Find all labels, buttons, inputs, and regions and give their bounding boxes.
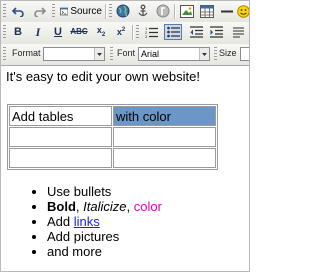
editor-content[interactable]: It's easy to edit your own website! Add …	[1, 66, 249, 271]
toolbar-grip	[3, 25, 6, 40]
flash-button[interactable]	[154, 3, 172, 19]
spellcheck-globe-button[interactable]	[114, 3, 132, 19]
underline-button[interactable]: U	[49, 24, 67, 40]
format-label: Format	[12, 48, 41, 58]
source-icon	[60, 7, 69, 15]
toolbar-grip	[109, 4, 112, 19]
list-item: Add pictures	[47, 229, 162, 244]
table-row: Add tables with color	[9, 106, 216, 126]
italic-icon: I	[35, 25, 41, 39]
blockquote-button[interactable]	[229, 24, 247, 40]
list-item-text: Add	[47, 214, 74, 229]
anchor-button[interactable]	[134, 3, 152, 19]
table-cell[interactable]	[9, 127, 112, 147]
toolbar-grip	[3, 47, 6, 62]
table-row	[9, 127, 216, 147]
font-dropdown-arrow[interactable]	[199, 48, 209, 60]
size-select[interactable]	[240, 47, 249, 61]
source-label: Source	[70, 5, 102, 17]
undo-icon	[11, 6, 24, 17]
undo-button[interactable]	[9, 3, 27, 19]
bold-button[interactable]: B	[9, 24, 27, 40]
table-cell-selected[interactable]: with color	[113, 106, 216, 126]
table-row	[9, 148, 216, 168]
indent-icon	[209, 26, 223, 38]
subscript-icon: x2	[96, 25, 106, 38]
numbered-list-icon: 123	[145, 26, 158, 38]
toolbar-separator	[132, 25, 134, 40]
toolbar-grip	[214, 47, 217, 62]
links-link[interactable]: links	[74, 214, 100, 229]
insert-table-button[interactable]	[198, 3, 216, 19]
bold-text: Bold	[47, 199, 76, 214]
list-item: Add links	[47, 214, 162, 229]
underline-icon: U	[54, 25, 62, 38]
globe-icon	[116, 4, 130, 18]
font-value: Arial	[141, 49, 160, 59]
strikethrough-button[interactable]: ABC	[69, 24, 89, 40]
image-icon	[180, 4, 194, 18]
format-select[interactable]	[43, 47, 105, 61]
content-table[interactable]: Add tables with color	[7, 104, 218, 170]
subscript-button[interactable]: x2	[92, 24, 110, 40]
table-cell[interactable]	[113, 148, 216, 168]
anchor-icon	[138, 4, 148, 17]
italic-button[interactable]: I	[29, 24, 47, 40]
chevron-down-icon	[202, 52, 207, 56]
strikethrough-icon: ABC	[70, 27, 88, 36]
toolbar-grip	[3, 4, 6, 19]
table-cell[interactable]	[113, 127, 216, 147]
bullet-list: Use bullets Bold, Italicize, color Add l…	[1, 184, 162, 259]
table-cell[interactable]: Add tables	[9, 106, 112, 126]
editor-frame: Source B I U ABC x2 x2 1 2 3 Format Font…	[0, 0, 250, 272]
list-separator: ,	[126, 199, 134, 214]
list-item: and more	[47, 244, 162, 259]
toolbar-grip	[52, 4, 55, 19]
blockquote-icon	[232, 27, 244, 38]
font-select[interactable]: Arial	[138, 47, 210, 61]
smiley-button[interactable]	[234, 3, 249, 19]
toolbar-row-1: Source	[1, 1, 249, 22]
superscript-icon: x2	[116, 27, 126, 37]
toolbar-separator	[105, 4, 107, 19]
bulleted-list-button[interactable]	[164, 24, 182, 40]
bold-icon: B	[14, 25, 22, 38]
numbered-list-button[interactable]: 123	[142, 24, 160, 40]
italic-text: Italicize	[83, 199, 127, 214]
list-item-text: and more	[47, 244, 102, 259]
toolbar-grip	[110, 47, 113, 62]
superscript-button[interactable]: x2	[112, 24, 130, 40]
toolbar-row-2: B I U ABC x2 x2 123	[1, 22, 249, 44]
list-item-text: Use bullets	[47, 184, 112, 199]
toolbar-separator	[174, 4, 176, 19]
chevron-down-icon	[97, 52, 102, 56]
svg-text:3: 3	[145, 34, 148, 38]
list-item: Bold, Italicize, color	[47, 199, 162, 214]
list-item-text: Add pictures	[47, 229, 120, 244]
list-item: Use bullets	[47, 184, 162, 199]
size-label: Size	[219, 48, 237, 58]
font-label: Font	[117, 48, 136, 58]
outdent-button[interactable]	[187, 24, 205, 40]
redo-button[interactable]	[30, 3, 48, 19]
toolbar-row-3: Format Font Arial Size	[1, 44, 249, 66]
indent-button[interactable]	[207, 24, 225, 40]
intro-text: It's easy to edit your own website!	[6, 69, 200, 84]
colored-text: color	[133, 199, 162, 214]
flash-icon	[156, 4, 170, 18]
horizontal-rule-icon	[221, 10, 233, 12]
table-cell[interactable]	[9, 148, 112, 168]
redo-icon	[33, 6, 46, 17]
table-icon	[200, 4, 214, 18]
source-button[interactable]: Source	[58, 3, 102, 19]
smiley-icon	[236, 4, 249, 18]
bulleted-list-icon	[166, 26, 180, 38]
insert-image-button[interactable]	[178, 3, 196, 19]
format-dropdown-arrow[interactable]	[94, 48, 104, 60]
toolbar-grip	[136, 25, 139, 40]
outdent-icon	[189, 26, 203, 38]
